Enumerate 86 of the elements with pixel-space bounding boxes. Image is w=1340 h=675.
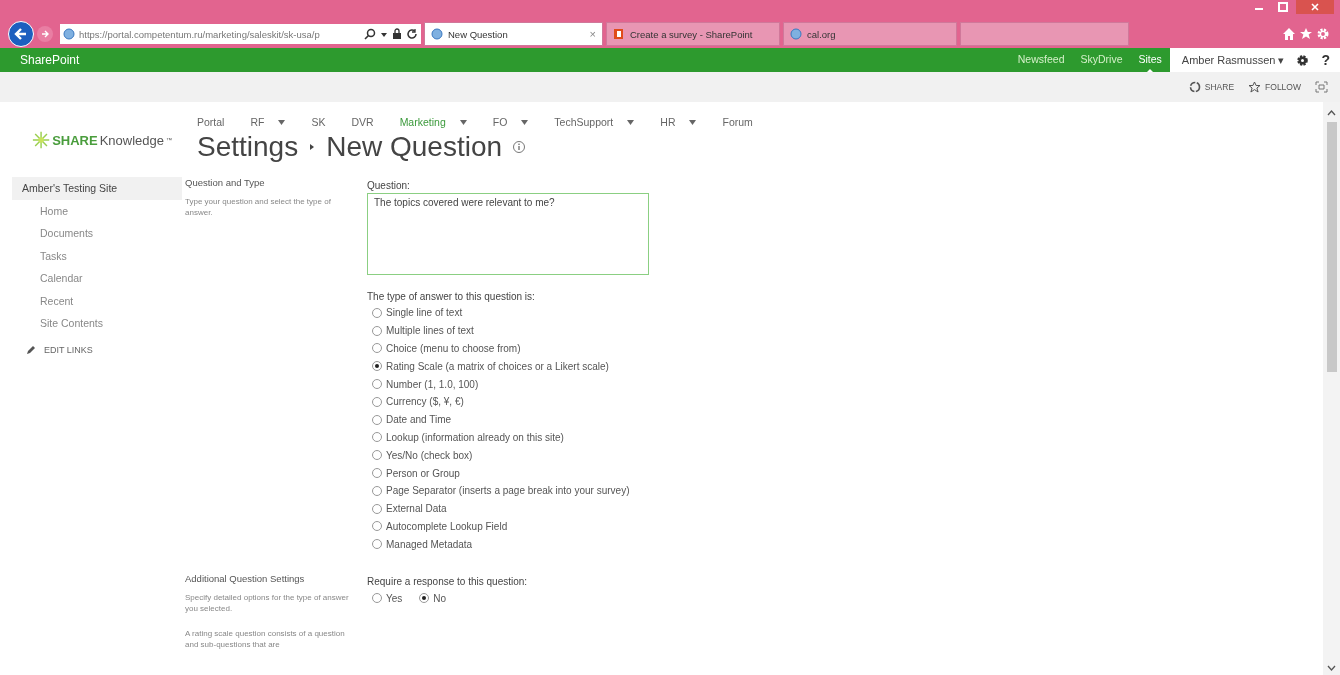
question-field[interactable]: The topics covered were relevant to me? [367, 193, 649, 275]
maximize-icon [1278, 2, 1288, 12]
field-label: Question: [367, 180, 411, 191]
refresh-icon[interactable] [406, 28, 418, 40]
share-button[interactable]: SHARE [1188, 81, 1235, 93]
suite-link[interactable]: Sites [1138, 48, 1162, 72]
globe-icon [790, 28, 802, 40]
field-label: The type of answer to this question is: [367, 291, 536, 302]
top-nav-link[interactable]: HR [660, 116, 697, 128]
section-title: Additional Question Settings [185, 573, 306, 585]
caret-icon[interactable] [627, 119, 635, 125]
section-description: Type your question and select the type of answer. [185, 197, 332, 219]
scrollbar[interactable] [1323, 102, 1340, 675]
top-nav-link[interactable]: Portal [197, 116, 225, 128]
radio-option[interactable]: Yes/No (check box) [367, 446, 649, 465]
page-title: New Question [326, 131, 503, 163]
lock-icon [392, 28, 402, 40]
sidebar-item[interactable]: Home [12, 199, 182, 222]
section-description: Specify detailed options for the type of answer you selected. [185, 593, 350, 615]
top-nav-link[interactable]: RF [250, 116, 286, 128]
breadcrumb-link[interactable]: Settings [197, 131, 299, 163]
globe-icon [63, 28, 75, 40]
follow-button[interactable]: FOLLOW [1248, 81, 1301, 93]
close-button[interactable] [1296, 0, 1334, 14]
pencil-icon [26, 344, 36, 355]
section-title: Question and Type [185, 177, 266, 188]
settings-icon[interactable] [1296, 53, 1310, 67]
section-description: A rating scale question consists of a question and sub-questions that are [185, 628, 346, 651]
radio-option[interactable]: Number (1, 1.0, 100) [367, 375, 649, 393]
address-bar[interactable]: https://portal.competentum.ru/marketing/saleskit/sk-usa/p [60, 24, 421, 44]
caret-icon[interactable] [689, 119, 697, 125]
info-icon[interactable] [512, 140, 527, 154]
radio-option[interactable]: Single line of text [367, 304, 649, 322]
radio-option[interactable]: No [414, 589, 447, 607]
top-nav-link[interactable]: Forum [722, 116, 753, 128]
browser-tab[interactable]: Create a survey - SharePoint [606, 22, 780, 46]
top-nav-link[interactable]: TechSupport [554, 116, 635, 128]
help-button[interactable]: ? [1321, 52, 1330, 68]
site-logo[interactable]: SHAREKnowledge$^{™}$ [0, 112, 172, 150]
top-nav-link[interactable]: FO [492, 116, 529, 128]
back-button[interactable] [8, 21, 34, 47]
radio-option[interactable]: External Data [367, 499, 649, 518]
sidebar-item[interactable]: Documents [12, 222, 182, 245]
radio-option[interactable]: Autocomplete Lookup Field [367, 517, 649, 536]
radio-option[interactable]: Date and Time [367, 410, 649, 429]
scroll-up-icon[interactable] [1327, 110, 1336, 116]
top-nav-link[interactable]: Marketing [399, 116, 467, 128]
caret-icon[interactable] [459, 119, 467, 125]
top-nav-link[interactable]: DVR [351, 116, 374, 128]
radio-option[interactable]: Currency ($, ¥, €) [367, 393, 649, 411]
caret-icon[interactable] [521, 119, 529, 125]
forward-button[interactable] [37, 26, 53, 42]
radio-option[interactable]: Person or Group [367, 464, 649, 482]
radio-option[interactable]: Yes [367, 589, 403, 607]
field-label: Require a response to this question: [367, 576, 528, 588]
close-icon [1310, 2, 1320, 12]
sidebar-item[interactable]: Tasks [12, 244, 182, 267]
browser-tab[interactable]: New Question × [424, 22, 603, 46]
sidebar-item[interactable]: Site Contents [12, 312, 182, 335]
edit-links-link[interactable]: EDIT LINKS [44, 344, 93, 355]
user-menu[interactable]: Amber Rasmussen ▾ [1181, 53, 1285, 67]
share-icon [1188, 81, 1201, 93]
star-icon[interactable] [1299, 27, 1313, 41]
top-nav-link[interactable]: SK [311, 116, 326, 128]
document-icon [613, 28, 625, 40]
suite-brand[interactable]: SharePoint [20, 53, 80, 67]
arrow-left-icon [13, 26, 29, 42]
radio-option[interactable]: Lookup (information already on this site) [367, 428, 649, 447]
radio-option[interactable]: Managed Metadata [367, 535, 649, 554]
scroll-down-icon[interactable] [1327, 665, 1336, 671]
focus-icon[interactable] [1315, 81, 1328, 93]
radio-option[interactable]: Choice (menu to choose from) [367, 339, 649, 358]
arrow-right-icon [40, 29, 50, 39]
search-icon[interactable] [364, 28, 376, 40]
caret-icon[interactable] [278, 119, 286, 125]
browser-tab[interactable]: cal.org [783, 22, 957, 46]
sidebar-item[interactable]: Amber's Testing Site [12, 177, 182, 200]
sidebar-item[interactable]: Recent [12, 289, 182, 312]
radio-option[interactable]: Multiple lines of text [367, 321, 649, 340]
close-tab-button[interactable]: × [589, 28, 596, 40]
star-icon [1248, 81, 1262, 93]
sidebar-item[interactable]: Calendar [12, 267, 182, 290]
radio-option[interactable]: Page Separator (inserts a page break into your survey) [367, 481, 649, 500]
globe-icon [431, 28, 443, 40]
home-icon[interactable] [1282, 27, 1296, 41]
radio-option[interactable]: Rating Scale (a matrix of choices or a Likert scale) [367, 357, 649, 376]
